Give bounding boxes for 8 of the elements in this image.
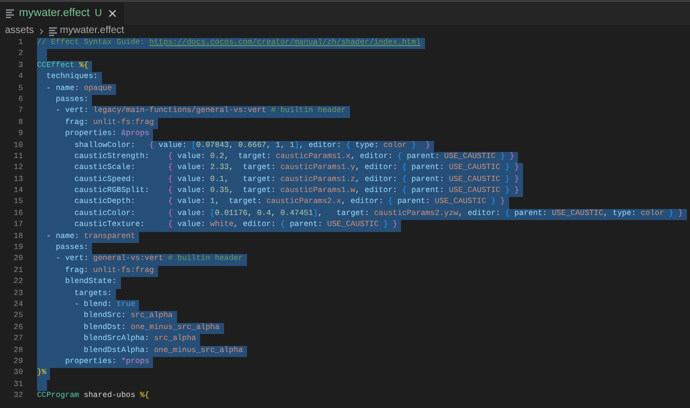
untracked-label: U <box>94 7 102 21</box>
close-icon[interactable] <box>106 8 118 19</box>
tab-label: mywater.effect <box>19 6 90 22</box>
breadcrumb-item[interactable]: mywater.effect <box>60 26 124 36</box>
breadcrumb-item[interactable]: assets <box>5 26 34 36</box>
file-lines-icon <box>6 9 14 18</box>
file-lines-icon <box>48 26 57 36</box>
editor-tab[interactable]: mywater.effect U <box>0 2 124 25</box>
